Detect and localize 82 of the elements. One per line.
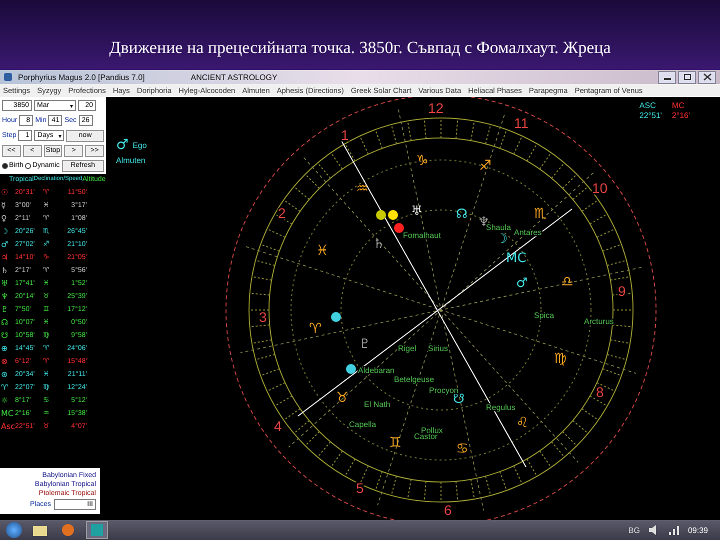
planet-glyph: ⊗	[1, 356, 9, 366]
star-label: Rigel	[398, 344, 416, 353]
house-number: 4	[274, 418, 282, 434]
maximize-icon[interactable]	[678, 70, 696, 84]
planet-glyph: ☊	[1, 318, 10, 326]
planet-glyph: ♈	[1, 382, 10, 392]
zodiac-sign: ♊	[389, 435, 402, 451]
planet-glyph: MC	[506, 251, 526, 266]
star-label: Aldebaran	[358, 366, 394, 375]
planet-glyph: ♅	[1, 278, 10, 288]
signal-icon[interactable]	[668, 524, 680, 536]
language-indicator[interactable]: BG	[628, 526, 640, 534]
folder-icon[interactable]	[30, 523, 50, 537]
house-number: 10	[592, 180, 608, 196]
star-label: Shaula	[486, 223, 511, 232]
start-button[interactable]	[6, 522, 22, 538]
house-number: 11	[514, 115, 529, 131]
clock[interactable]: 09:39	[688, 526, 708, 534]
planet-glyph: ☽	[1, 226, 10, 236]
planet-glyph: ♇	[1, 304, 10, 314]
planet-glyph: ♂	[516, 276, 528, 291]
planet-glyph: MC	[1, 408, 13, 418]
zodiac-sign: ♉	[336, 390, 349, 406]
star-label: Fomalhaut	[403, 231, 441, 240]
star-label: Spica	[534, 311, 554, 320]
star-label: Pollux	[421, 426, 443, 435]
star-label: Castor	[414, 432, 438, 441]
app-icon	[4, 73, 12, 81]
angle-label: MC	[672, 101, 686, 110]
house-number: 6	[444, 502, 452, 518]
slide-title: Движение на прецесийната точка. 3850г. Съвпад с Фомалхаут. Жреца	[109, 38, 611, 58]
planet-glyph: ♄	[373, 237, 385, 252]
planet-glyph: ♄	[1, 266, 10, 274]
star-label: El Nath	[364, 400, 390, 409]
planet-glyph: ☽	[496, 232, 508, 247]
star-label: Betelgeuse	[394, 375, 434, 384]
legend-label: Ego	[132, 140, 147, 150]
planet-glyph: Asc	[1, 422, 13, 430]
house-number: 1	[341, 127, 349, 143]
star-label: Procyon	[429, 386, 458, 395]
planet-glyph: ⊕	[1, 344, 9, 352]
planet-glyph: ♇	[359, 337, 371, 352]
star-label: Sirius	[428, 344, 448, 353]
zodiac-sign: ♓	[316, 243, 329, 259]
planet-glyph: ♀	[1, 214, 8, 222]
house-number: 12	[428, 100, 444, 116]
star-label: Antares	[514, 228, 542, 237]
house-number: 3	[259, 309, 267, 325]
star-label: Capella	[349, 420, 376, 429]
house-number: 2	[278, 205, 286, 221]
planet-glyph: ☼	[1, 396, 10, 404]
legend-glyph: ♂	[116, 137, 129, 153]
minimize-icon[interactable]	[658, 70, 676, 84]
angle-value: 22°51'	[639, 111, 662, 120]
zodiac-sign: ♐	[479, 158, 492, 174]
planet-glyph: ♂	[1, 240, 10, 248]
planet-glyph: ♆	[1, 292, 10, 300]
house-number: 9	[618, 283, 626, 299]
house-number: 5	[356, 480, 364, 496]
zodiac-sign: ♑	[416, 153, 429, 169]
planet-glyph: ☋	[453, 392, 465, 407]
close-icon[interactable]	[698, 70, 716, 84]
planet-glyph: ☉	[1, 188, 10, 196]
zodiac-sign: ♈	[309, 321, 322, 337]
zodiac-sign: ♏	[534, 206, 547, 222]
zodiac-sign: ♒	[356, 181, 369, 197]
window-title: Porphyrius Magus 2.0 [Pandius 7.0]	[18, 72, 145, 82]
house-number: 8	[596, 384, 604, 400]
angle-label: ASC	[639, 101, 657, 110]
angle-value: 2°16'	[672, 111, 690, 120]
planet-glyph: ☋	[1, 330, 10, 340]
planet-glyph: ☊	[456, 207, 468, 222]
zodiac-sign: ♍	[554, 351, 567, 367]
window-subtitle: ANCIENT ASTROLOGY	[190, 72, 278, 82]
planet-glyph: ♃	[1, 252, 10, 262]
planet-glyph: ⊛	[1, 370, 9, 378]
zodiac-sign: ♎	[561, 274, 574, 290]
zodiac-sign: ♌	[516, 415, 529, 431]
zodiac-sign: ♋	[456, 441, 469, 457]
planet-glyph: ☿	[1, 200, 7, 210]
planet-glyph: ♅	[411, 204, 423, 219]
legend-label: Almuten	[116, 156, 146, 165]
